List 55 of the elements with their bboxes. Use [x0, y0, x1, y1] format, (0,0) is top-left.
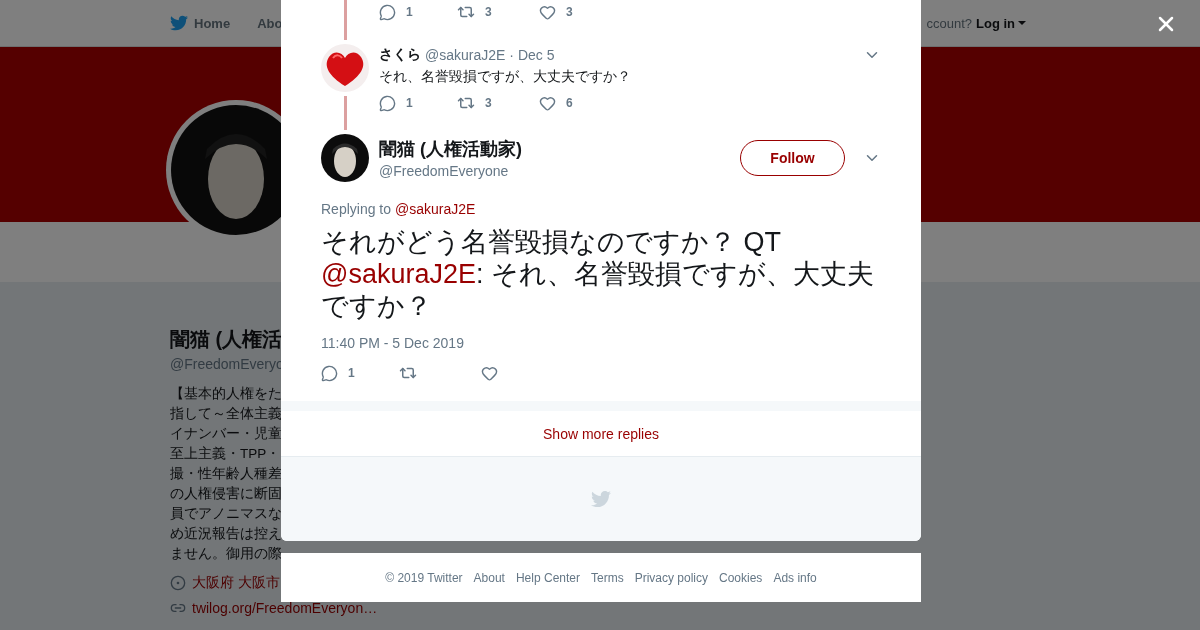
bio-line: ません。御用の際 — [170, 545, 282, 563]
tweet-date: · Dec 5 — [509, 47, 555, 63]
bio-line: 員でアノニマスな — [170, 505, 282, 523]
caret-icon — [1018, 21, 1026, 25]
author-handle: @sakuraJ2E — [425, 47, 506, 63]
bio-line: 至上主義・TPP・ — [170, 445, 282, 463]
heart-icon[interactable] — [539, 3, 556, 21]
login-prompt: ccount? — [926, 15, 972, 31]
bio-line: 【基本的人権をた — [170, 385, 282, 403]
thread-line — [343, 0, 347, 40]
footer-link[interactable]: About — [473, 570, 505, 585]
follow-button[interactable]: Follow — [740, 140, 845, 176]
tweet-text: それ、名誉毀損ですが、大丈夫ですか？ — [379, 68, 632, 86]
mention-link[interactable]: @sakuraJ2E — [394, 201, 476, 217]
retweet-count: 3 — [485, 96, 492, 110]
bio-line: 指して～全体主義 — [170, 405, 282, 423]
like-count: 6 — [566, 96, 573, 110]
thread-line — [343, 96, 347, 130]
footer-link[interactable]: Ads info — [773, 570, 817, 585]
heart-icon[interactable] — [481, 364, 498, 382]
reply-icon[interactable] — [379, 94, 396, 112]
login-link[interactable]: Log in — [976, 15, 1026, 31]
bird-icon — [170, 14, 188, 32]
target-icon — [170, 575, 186, 591]
bird-icon — [591, 489, 611, 509]
reply-icon[interactable] — [379, 3, 396, 21]
author-name: 闇猫 (人権活動家) — [379, 138, 522, 161]
reply-count: 1 — [406, 96, 413, 110]
mention-link[interactable]: @sakuraJ2E — [321, 259, 476, 289]
nav-link[interactable]: Home — [170, 14, 231, 32]
footer-link[interactable]: Cookies — [719, 570, 763, 585]
bio-line: イナンバー・児童 — [170, 425, 282, 443]
footer-link[interactable]: © 2019 Twitter — [385, 570, 463, 585]
tweet-timestamp: 11:40 PM - 5 Dec 2019 — [321, 335, 465, 351]
author-name: さくら — [379, 46, 421, 64]
footer-link[interactable]: Privacy policy — [634, 570, 708, 585]
profile-name: 闇猫 (人権活 — [170, 327, 283, 352]
footer-link[interactable]: Help Center — [515, 570, 580, 585]
profile-handle: @FreedomEveryo — [170, 356, 284, 372]
footer-link[interactable]: Terms — [591, 570, 624, 585]
reply-icon[interactable] — [321, 364, 338, 382]
bio-line: の人権侵害に断固 — [170, 485, 282, 503]
reply-count: 1 — [406, 5, 413, 19]
reply-count: 1 — [348, 366, 355, 380]
location-link[interactable]: 大阪府 大阪市 — [192, 574, 280, 592]
bio-line: め近況報告は控え — [170, 525, 282, 543]
bio-line: 撮・性年齢人種差 — [170, 465, 282, 483]
profile-url-link[interactable]: twilog.org/FreedomEveryon… — [192, 600, 378, 616]
nav-link[interactable]: Abo — [257, 15, 283, 31]
like-count: 3 — [566, 5, 573, 19]
author-handle: @FreedomEveryone — [379, 163, 510, 179]
heart-icon[interactable] — [539, 94, 556, 112]
replying-to-text: Replying to @sakuraJ2E — [321, 201, 477, 217]
tweet-text: それがどう名誉毀損なのですか？ QT @sakuraJ2E: それ、名誉毀損ですが、大丈夫ですか？ — [321, 226, 875, 322]
retweet-count: 3 — [485, 5, 492, 19]
